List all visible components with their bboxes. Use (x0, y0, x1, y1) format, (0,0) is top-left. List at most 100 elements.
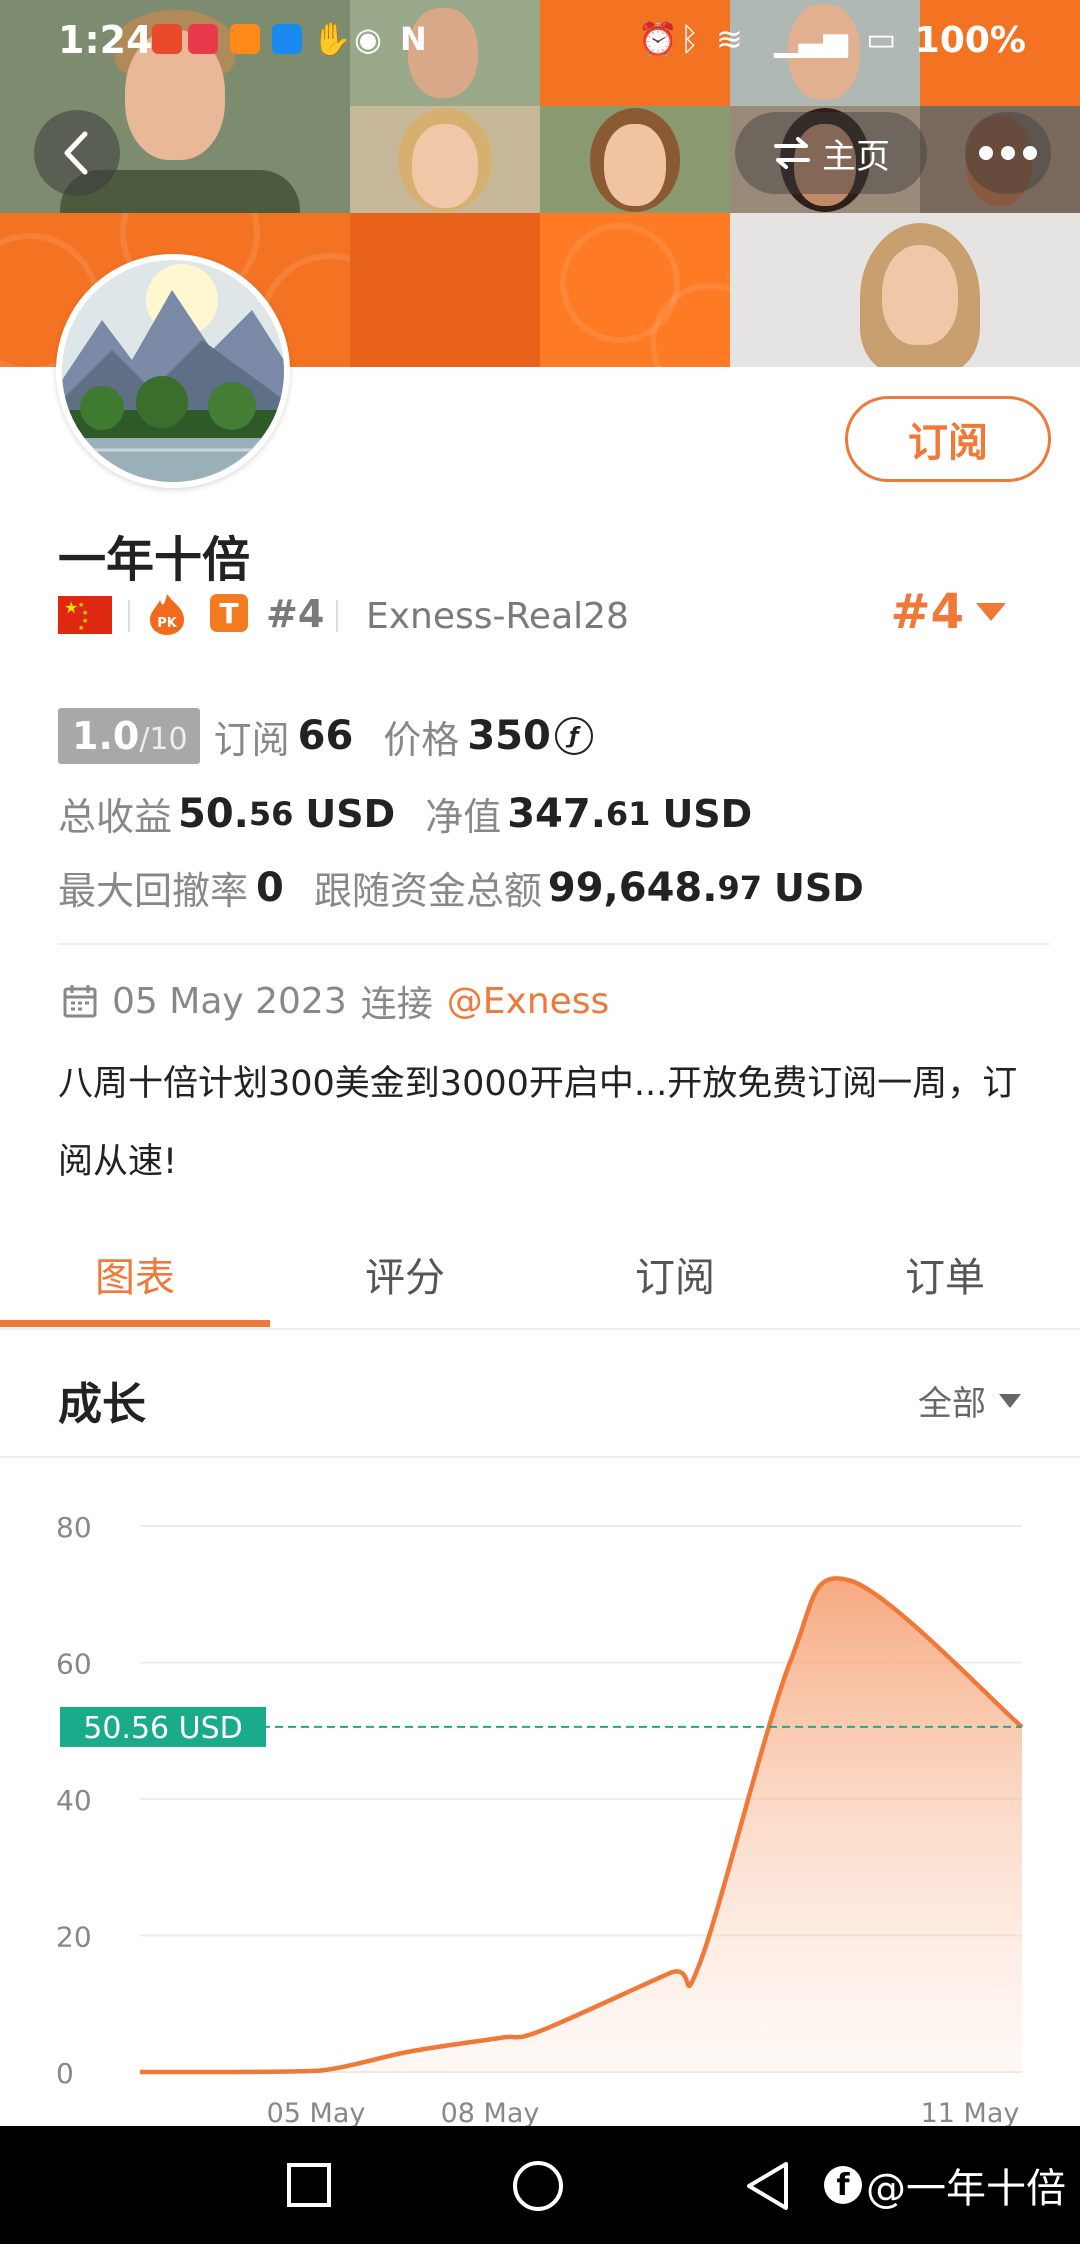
badges-row: ★ ★ ★ ★ ★ PK T #4 Exness-Real28 #4 (58, 584, 1038, 642)
banner-photo-tile (730, 213, 1080, 367)
chevron-left-icon (64, 131, 88, 175)
more-dot-icon (979, 146, 993, 160)
total-profit-label: 总收益 (58, 795, 173, 839)
growth-section-header: 成长 全部 (0, 1330, 1080, 1458)
broker-link[interactable]: @Exness (447, 981, 610, 1022)
score-badge: 1.0/10 (58, 708, 200, 764)
eye-icon: ◉ (354, 20, 382, 58)
profile-name: 一年十倍 (58, 532, 251, 588)
equity-int: 347. (507, 790, 606, 837)
y-tick-label: 40 (56, 1784, 92, 1817)
active-tab-indicator (0, 1320, 270, 1327)
more-button[interactable] (965, 112, 1051, 194)
banner-photo-tile (350, 106, 540, 213)
rank-big-label: #4 (890, 584, 964, 640)
status-bar: 1:24 ✋ ◉ N ⏰ ᛒ ≋ ▁▃▅ ▭ 100% (0, 0, 1080, 84)
battery-level: 100% (914, 20, 1026, 61)
tab-subscribe[interactable]: 订阅 (540, 1218, 810, 1330)
system-nav-bar: f @一年十倍 (0, 2126, 1080, 2244)
strategy-description: 八周十倍计划300美金到3000开启中...开放免费订阅一周，订阅从速! (58, 1064, 1018, 1182)
app-notification-icon (152, 24, 182, 54)
range-select-value: 全部 (918, 1384, 986, 1424)
y-tick-label: 20 (56, 1921, 92, 1954)
avatar-landscape-image (62, 260, 284, 482)
china-flag-icon: ★ ★ ★ ★ ★ (58, 596, 112, 634)
price-label: 价格 (383, 717, 460, 762)
growth-chart-svg: 0 20 40 60 80 50.56 USD 05 May 08 May 11 May (56, 1511, 1024, 2126)
y-tick-label: 0 (56, 2057, 74, 2090)
swap-icon (774, 137, 810, 169)
back-triangle-icon[interactable] (744, 2160, 790, 2212)
stats-row-1: 1.0/10 订阅 66 价格 350 ƒ (58, 708, 593, 764)
x-tick-label: 05 May (267, 2098, 366, 2126)
y-tick-label: 60 (56, 1648, 92, 1681)
search-app-icon (272, 24, 302, 54)
stats-row-2: 总收益 50. 56 USD 净值 347. 61 USD (58, 786, 752, 841)
pk-badge-text: PK (157, 616, 178, 631)
hand-icon: ✋ (312, 20, 352, 58)
signal-icon: ▁▃▅ (774, 20, 848, 58)
equity-label: 净值 (425, 795, 502, 839)
subscribe-count-value: 66 (297, 713, 354, 759)
tab-rating[interactable]: 评分 (270, 1218, 540, 1330)
nfc-icon: N (400, 20, 427, 58)
divider (336, 600, 338, 632)
x-tick-label: 11 May (921, 2098, 1020, 2126)
rank-dropdown[interactable]: #4 (890, 584, 1008, 640)
banner-pattern-tile (540, 213, 730, 367)
bluetooth-icon: ᛒ (680, 20, 700, 58)
book-app-icon (188, 24, 218, 54)
total-profit-dec: 56 (248, 794, 294, 833)
battery-icon: ▭ (866, 20, 897, 58)
connect-date: 05 May 2023 (112, 980, 347, 1022)
growth-area (140, 1578, 1022, 2072)
total-profit-int: 50. (178, 790, 249, 837)
more-dot-icon (1023, 146, 1037, 160)
video-app-icon (230, 24, 260, 54)
divider (58, 943, 1050, 945)
avatar[interactable] (56, 254, 290, 488)
stats-row-3: 最大回撤率 0 跟随资金总额 99,648. 97 USD (58, 860, 864, 915)
follow-funds-unit: USD (773, 865, 864, 910)
y-tick-label: 80 (56, 1511, 92, 1544)
total-profit-unit: USD (305, 791, 396, 836)
current-value-label: 50.56 USD (83, 1711, 243, 1746)
pk-fire-badge-icon: PK (146, 592, 188, 636)
account-name: Exness-Real28 (366, 596, 629, 637)
recent-apps-icon[interactable] (286, 2162, 332, 2208)
more-dot-icon (1001, 146, 1015, 160)
connect-label: 连接 (360, 984, 433, 1025)
tab-chart[interactable]: 图表 (0, 1218, 270, 1330)
tab-bar: 图表 评分 订阅 订单 (0, 1218, 1080, 1330)
equity-dec: 61 (605, 794, 651, 833)
facebook-icon: f (824, 2166, 862, 2204)
max-drawdown-value: 0 (256, 864, 284, 911)
rank-small: #4 (266, 592, 325, 636)
wifi-icon: ≋ (716, 20, 743, 58)
price-value: 350 (467, 713, 551, 759)
home-label: 主页 (822, 136, 890, 177)
caret-down-icon (999, 1393, 1021, 1408)
banner-pattern-tile (350, 213, 540, 367)
growth-title: 成长 (58, 1379, 146, 1430)
alarm-icon: ⏰ (638, 20, 678, 58)
follow-funds-int: 99,648. (547, 864, 718, 911)
back-button[interactable] (34, 110, 120, 196)
calendar-icon (63, 985, 97, 1018)
coin-icon: ƒ (554, 717, 593, 755)
status-time: 1:24 (58, 18, 153, 62)
growth-chart[interactable]: 0 20 40 60 80 50.56 USD 05 May 08 May 11 May (0, 1460, 1080, 2126)
t-badge: T (210, 594, 248, 632)
follow-funds-label: 跟随资金总额 (313, 869, 542, 913)
score-max: /10 (139, 722, 188, 757)
tab-orders[interactable]: 订单 (810, 1218, 1080, 1330)
caret-down-icon (976, 603, 1006, 621)
home-button[interactable]: 主页 (735, 112, 927, 194)
x-tick-label: 08 May (441, 2098, 540, 2126)
range-select[interactable]: 全部 (918, 1376, 1022, 1425)
watermark-text: @一年十倍 (866, 2166, 1066, 2212)
score-value: 1.0 (72, 714, 140, 758)
watermark: f @一年十倍 (824, 2156, 1066, 2214)
home-circle-icon[interactable] (512, 2160, 564, 2212)
subscribe-button[interactable]: 订阅 (845, 396, 1051, 482)
